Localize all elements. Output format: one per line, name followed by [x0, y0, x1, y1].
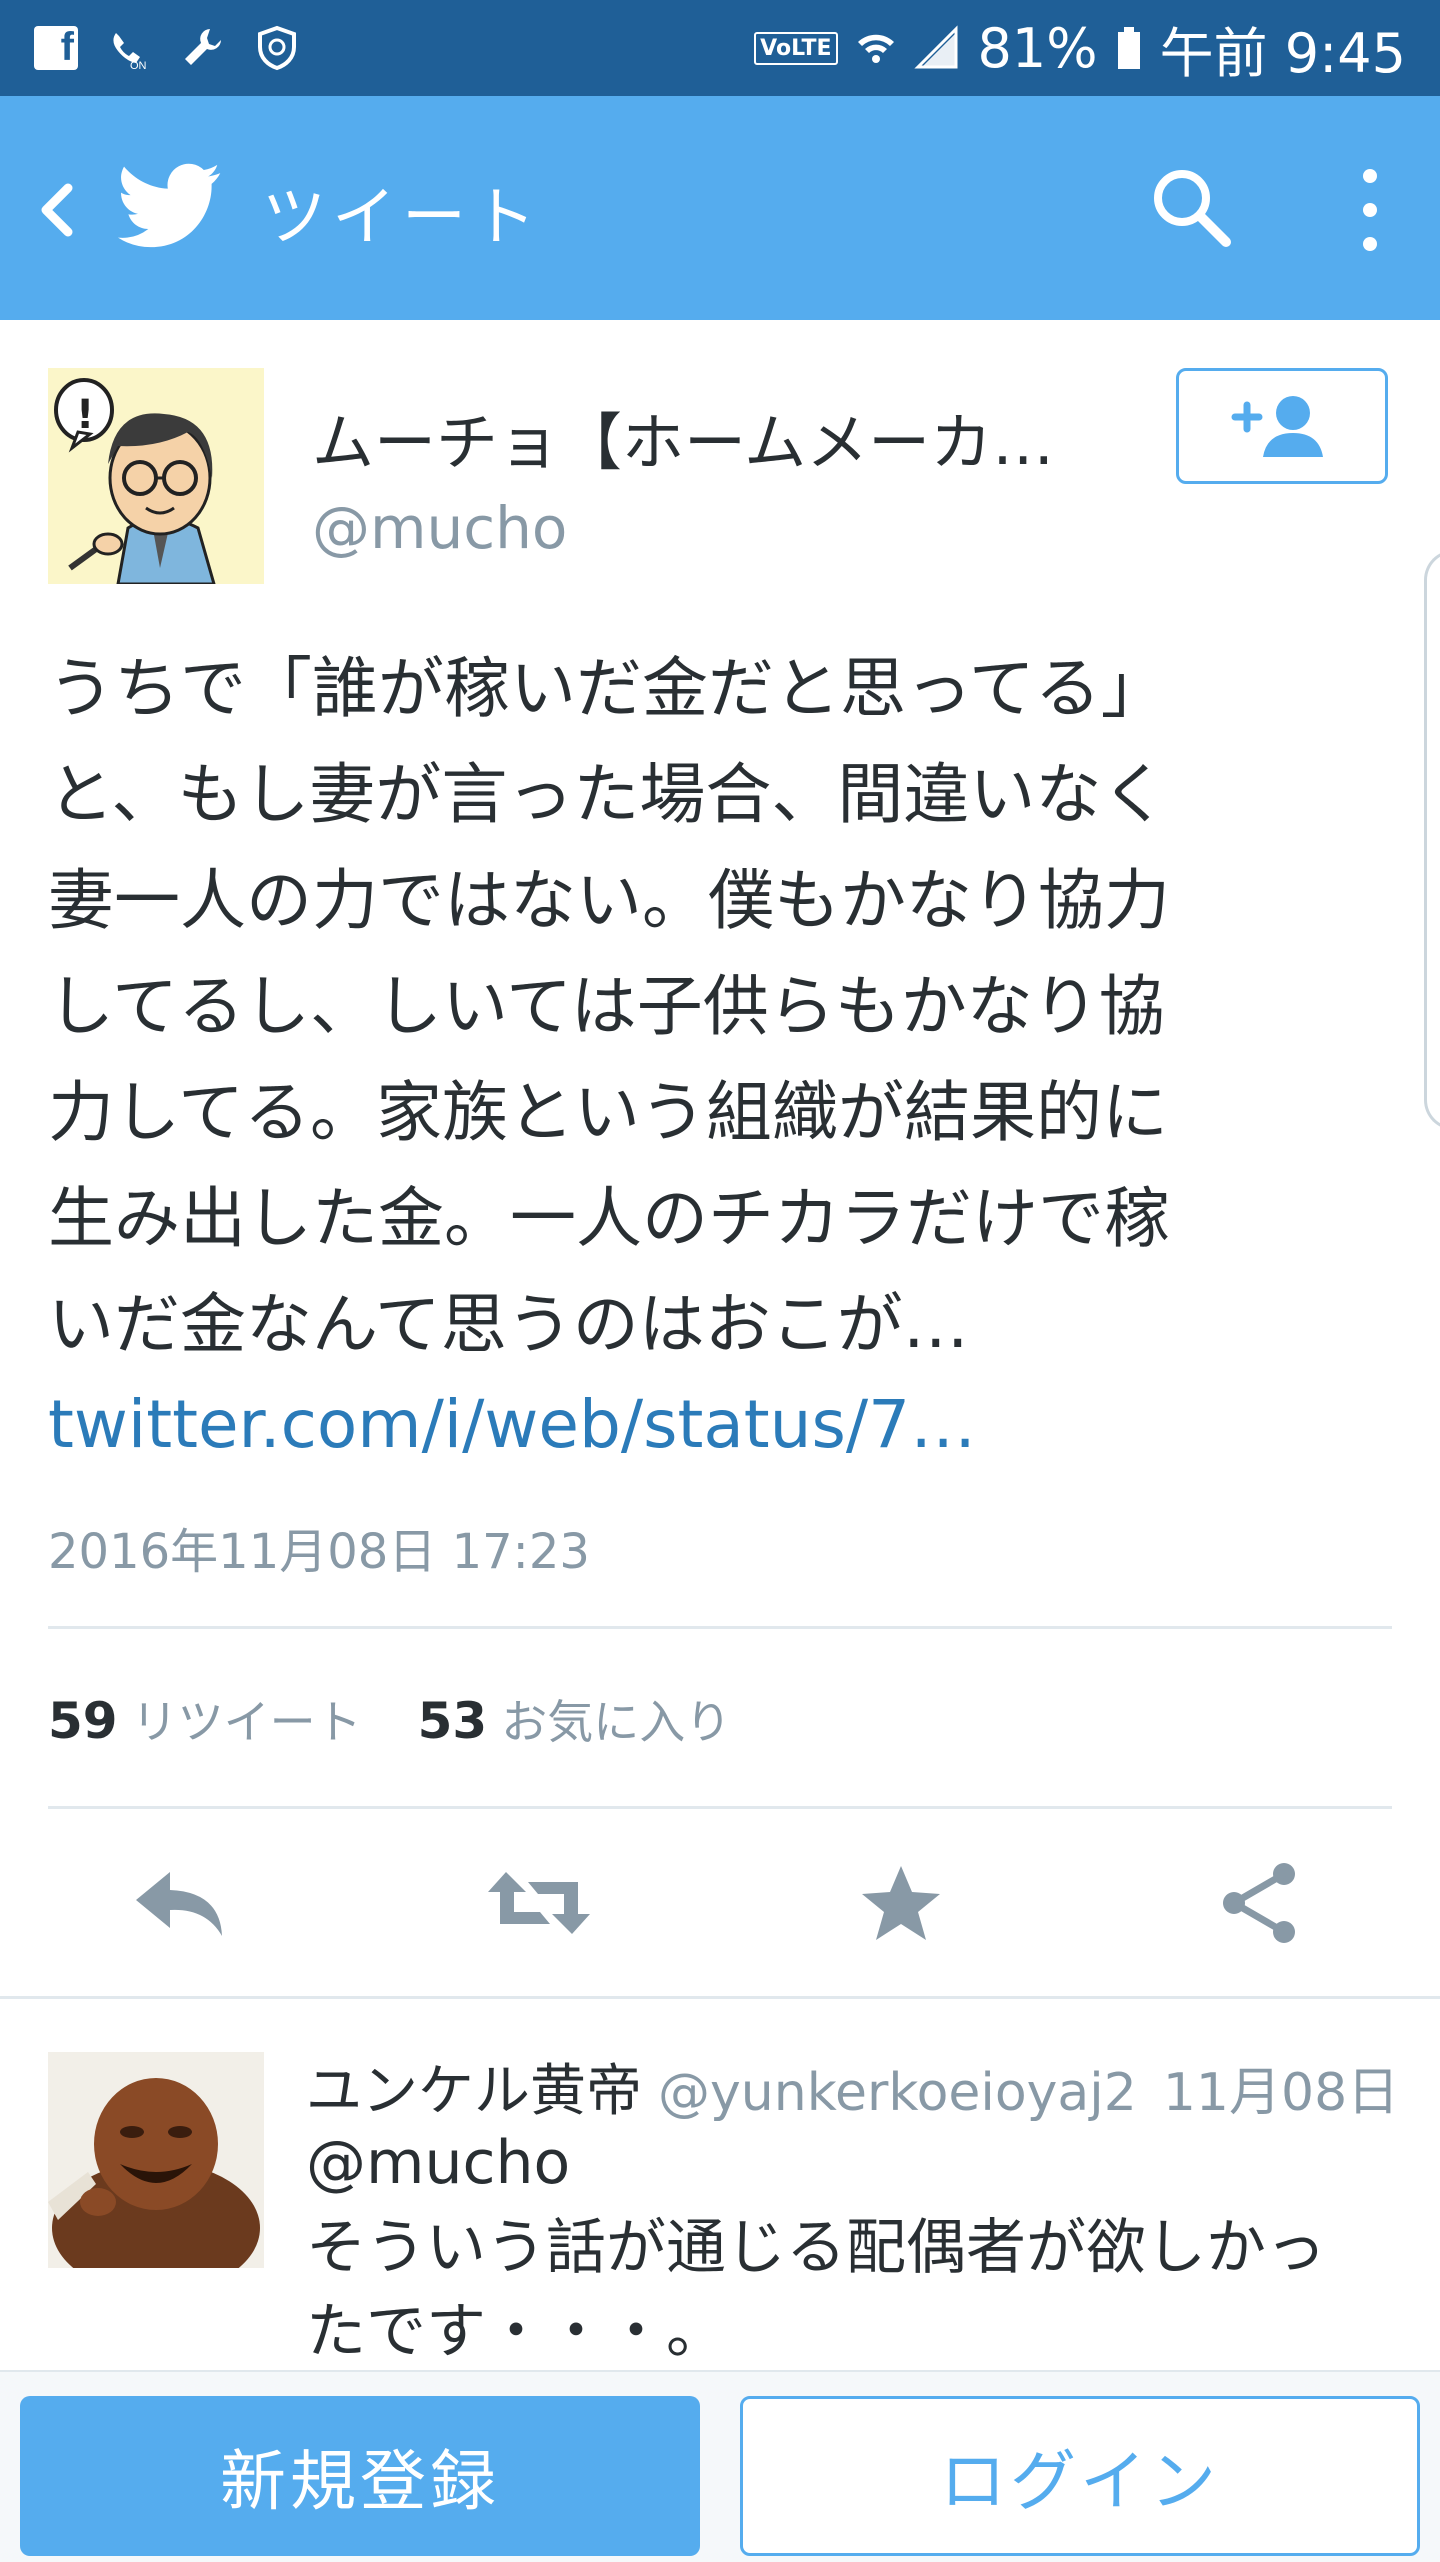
back-chevron-icon[interactable] [22, 174, 94, 246]
divider [0, 1996, 1440, 1999]
share-icon[interactable] [1204, 1858, 1314, 1948]
battery-icon [1117, 27, 1140, 69]
signal-icon [913, 25, 958, 69]
divider [48, 1806, 1392, 1809]
author-handle[interactable]: @mucho [312, 494, 567, 562]
more-options-icon[interactable] [1346, 162, 1394, 258]
reply-icon[interactable] [126, 1858, 236, 1948]
follow-button[interactable] [1176, 368, 1388, 484]
volte-badge: VoLTE [754, 31, 838, 65]
twitter-bird-icon[interactable] [118, 156, 222, 256]
signup-button[interactable]: 新規登録 [20, 2396, 700, 2556]
wifi-icon [857, 34, 894, 63]
author-avatar[interactable]: ! [48, 368, 264, 584]
call-forwarding-icon: ON [113, 33, 147, 71]
retweet-label[interactable]: リツイート [132, 1686, 362, 1752]
notification-icons: f ON [34, 25, 300, 71]
login-button[interactable]: ログイン [740, 2396, 1420, 2556]
tweet-text: うちで「誰が稼いだ金だと思ってる」 と、もし妻が言った場合、間違いなく 妻一人の… [48, 650, 1170, 1363]
add-user-icon [1231, 396, 1323, 457]
wrench-icon [185, 29, 221, 65]
tweet-stats: 59 リツイート 53 お気に入り [48, 1686, 731, 1752]
battery-percent: 81% [977, 16, 1098, 80]
status-bar: f ON VoLTE 81% 午前 9:45 [0, 0, 1440, 96]
reply-header: ユンケル黄帝 @yunkerkoeioyaj2 11月08日 [306, 2046, 1399, 2127]
app-bar: ツイート [0, 96, 1440, 320]
reply-mention[interactable]: @mucho [306, 2128, 570, 2198]
shield-icon [258, 25, 296, 71]
retweet-count[interactable]: 59 [48, 1692, 118, 1750]
bottom-bar: 新規登録 ログイン [0, 2370, 1440, 2562]
author-name[interactable]: ムーチョ【ホームメーカ… [312, 392, 1054, 482]
system-status: VoLTE 81% 午前 9:45 [754, 9, 1406, 88]
clock: 午前 9:45 [1159, 21, 1406, 85]
search-icon[interactable] [1146, 162, 1236, 252]
tweet-timestamp: 2016年11月08日 17:23 [48, 1524, 590, 1580]
reply-text: そういう話が通じる配偶者が欲しかったです・・・。 [306, 2213, 1326, 2367]
facebook-icon: f [34, 25, 78, 70]
reply-author-name[interactable]: ユンケル黄帝 [306, 2059, 642, 2124]
divider [48, 1626, 1392, 1629]
page-title: ツイート [262, 181, 542, 255]
scroll-indicator [1424, 550, 1440, 1130]
svg-text:!: ! [76, 392, 94, 438]
favorite-star-icon[interactable] [846, 1858, 956, 1948]
reply-date: 11月08日 [1162, 2063, 1400, 2123]
retweet-icon[interactable] [484, 1858, 594, 1948]
reply-avatar[interactable] [48, 2052, 264, 2268]
favorite-label[interactable]: お気に入り [501, 1686, 731, 1752]
svg-text:ON: ON [130, 60, 147, 71]
tweet-link[interactable]: twitter.com/i/web/status/7… [48, 1386, 976, 1463]
reply-author-handle[interactable]: @yunkerkoeioyaj2 [658, 2063, 1137, 2123]
tweet-actions [0, 1836, 1440, 1972]
favorite-count[interactable]: 53 [418, 1692, 488, 1750]
